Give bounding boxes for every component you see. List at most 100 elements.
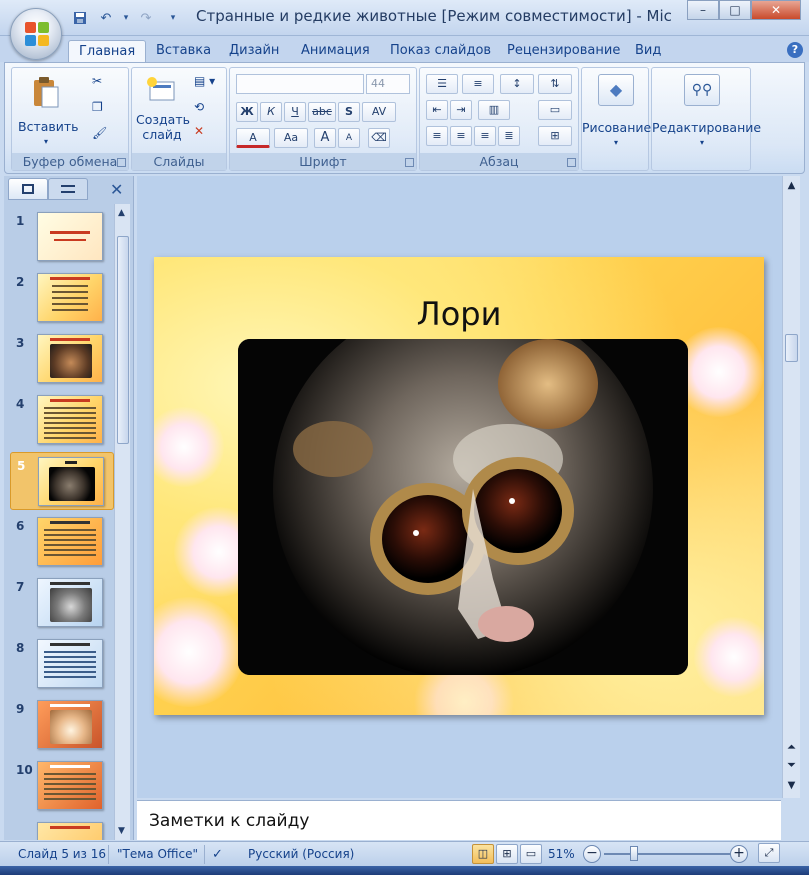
tab-review[interactable]: Рецензирование xyxy=(497,40,630,62)
text-shadow-button[interactable]: S xyxy=(338,102,360,122)
line-spacing-icon[interactable]: ↕ xyxy=(500,74,534,94)
zoom-slider-thumb[interactable] xyxy=(630,846,638,861)
tab-home[interactable]: Главная xyxy=(68,40,147,62)
paste-button[interactable]: Вставить ▾ xyxy=(18,76,79,149)
zoom-out-button[interactable]: − xyxy=(583,845,601,863)
bullets-icon[interactable]: ☰ xyxy=(426,74,458,94)
paragraph-dialog-launcher-icon[interactable] xyxy=(567,158,576,167)
thumbnail-slide-9[interactable]: 9 xyxy=(10,696,114,754)
tab-animation[interactable]: Анимация xyxy=(291,40,380,62)
tab-design[interactable]: Дизайн xyxy=(219,40,289,62)
font-color-button[interactable]: A xyxy=(236,128,270,148)
new-slide-button[interactable]: Создать слайд xyxy=(136,76,190,142)
copy-icon[interactable]: ❐ xyxy=(92,100,103,114)
save-icon[interactable] xyxy=(70,8,90,28)
zoom-in-button[interactable]: + xyxy=(730,845,748,863)
thumbnail-slide-1[interactable]: 1 xyxy=(10,208,114,266)
undo-icon[interactable]: ↶ xyxy=(96,8,116,28)
spellcheck-icon[interactable]: ✓ xyxy=(212,847,223,862)
font-name-combo[interactable] xyxy=(236,74,364,94)
close-button[interactable]: ✕ xyxy=(751,0,801,20)
layout-icon[interactable]: ▤ ▾ xyxy=(194,74,215,88)
previous-slide-icon[interactable]: ⏶ xyxy=(785,742,798,753)
thumbnails-scroll-thumb[interactable] xyxy=(117,236,129,444)
delete-slide-icon[interactable]: ✕ xyxy=(194,124,204,138)
italic-button[interactable]: К xyxy=(260,102,282,122)
font-dialog-launcher-icon[interactable] xyxy=(405,158,414,167)
tab-view[interactable]: Вид xyxy=(625,40,671,62)
cut-icon[interactable]: ✂ xyxy=(92,74,102,88)
align-text-icon[interactable]: ▭ xyxy=(538,100,572,120)
thumbnail-slide-3[interactable]: 3 xyxy=(10,330,114,388)
quick-access-toolbar: ↶ ▾ ↷ ▾ xyxy=(70,8,178,28)
slide-scroll-thumb[interactable] xyxy=(785,334,798,362)
align-left-icon[interactable]: ≡ xyxy=(426,126,448,146)
fit-to-window-button[interactable]: ⤢ xyxy=(758,843,780,863)
theme-name[interactable]: "Тема Office" xyxy=(117,847,198,861)
thumbnail-slide-4[interactable]: 4 xyxy=(10,391,114,449)
decrease-indent-icon[interactable]: ⇤ xyxy=(426,100,448,120)
strikethrough-button[interactable]: abc xyxy=(308,102,336,122)
editing-button[interactable]: ⚲⚲ Редактирование ▾ xyxy=(652,74,761,150)
paste-dropdown-icon: ▾ xyxy=(43,137,48,146)
columns-icon[interactable]: ▥ xyxy=(478,100,510,120)
text-direction-icon[interactable]: ⇅ xyxy=(538,74,572,94)
help-icon[interactable]: ? xyxy=(787,42,803,58)
current-slide[interactable]: Лори xyxy=(154,257,764,715)
drawing-button[interactable]: ◆ Рисование ▾ xyxy=(582,74,651,150)
thumbnail-slide-10[interactable]: 10 xyxy=(10,757,114,815)
tab-slideshow[interactable]: Показ слайдов xyxy=(380,40,501,62)
language-indicator[interactable]: Русский (Россия) xyxy=(248,847,354,861)
smartart-icon[interactable]: ⊞ xyxy=(538,126,572,146)
numbering-icon[interactable]: ≡ xyxy=(462,74,494,94)
align-center-icon[interactable]: ≡ xyxy=(450,126,472,146)
tab-slides-icon[interactable] xyxy=(8,178,48,200)
customize-qat-icon[interactable]: ▾ xyxy=(168,8,178,28)
thumbnail-slide-7[interactable]: 7 xyxy=(10,574,114,632)
character-spacing-button[interactable]: AV xyxy=(362,102,396,122)
slide-title[interactable]: Лори xyxy=(154,295,764,333)
grow-font-button[interactable]: A xyxy=(314,128,336,148)
minimize-button[interactable]: – xyxy=(687,0,719,20)
clear-formatting-icon[interactable]: ⌫ xyxy=(368,128,390,148)
thumbnail-preview xyxy=(37,212,103,261)
font-size-combo[interactable]: 44 xyxy=(366,74,410,94)
zoom-level[interactable]: 51% xyxy=(548,847,575,861)
background-flower xyxy=(154,597,244,707)
thumbnail-slide-2[interactable]: 2 xyxy=(10,269,114,327)
scroll-down-icon[interactable]: ▼ xyxy=(118,826,125,836)
reset-slide-icon[interactable]: ⟲ xyxy=(194,100,204,114)
slideshow-button[interactable]: ▭ xyxy=(520,844,542,864)
scroll-down-icon[interactable]: ▼ xyxy=(785,780,798,791)
slide-sorter-button[interactable]: ⊞ xyxy=(496,844,518,864)
align-right-icon[interactable]: ≡ xyxy=(474,126,496,146)
thumbnail-slide-5[interactable]: 5 xyxy=(10,452,114,510)
office-button[interactable] xyxy=(10,8,62,60)
redo-icon[interactable]: ↷ xyxy=(136,8,156,28)
clipboard-dialog-launcher-icon[interactable] xyxy=(117,158,126,167)
scroll-up-icon[interactable]: ▲ xyxy=(118,208,125,218)
pane-close-icon[interactable]: ✕ xyxy=(110,180,123,199)
justify-icon[interactable]: ≣ xyxy=(498,126,520,146)
undo-dropdown-icon[interactable]: ▾ xyxy=(122,8,130,28)
zoom-slider-track[interactable] xyxy=(604,853,730,855)
thumbnail-slide-6[interactable]: 6 xyxy=(10,513,114,571)
normal-view-button[interactable]: ◫ xyxy=(472,844,494,864)
maximize-button[interactable]: □ xyxy=(719,0,751,20)
thumbnail-slide-11[interactable] xyxy=(10,818,114,840)
increase-indent-icon[interactable]: ⇥ xyxy=(450,100,472,120)
tab-insert[interactable]: Вставка xyxy=(146,40,221,62)
bold-button[interactable]: Ж xyxy=(236,102,258,122)
thumbnail-slide-8[interactable]: 8 xyxy=(10,635,114,693)
notes-pane[interactable]: Заметки к слайду xyxy=(137,800,781,840)
next-slide-icon[interactable]: ⏷ xyxy=(785,760,798,771)
slide-scrollbar[interactable]: ▲ ⏶ ⏷ ▼ xyxy=(782,176,800,798)
slide-photo-loris[interactable] xyxy=(238,339,688,675)
scroll-up-icon[interactable]: ▲ xyxy=(785,180,798,191)
thumbnails-scrollbar[interactable]: ▲ ▼ xyxy=(114,204,130,840)
shrink-font-button[interactable]: A xyxy=(338,128,360,148)
underline-button[interactable]: Ч xyxy=(284,102,306,122)
format-painter-icon[interactable]: 🖌 xyxy=(92,126,107,140)
change-case-button[interactable]: Aa xyxy=(274,128,308,148)
tab-outline-icon[interactable] xyxy=(48,178,88,200)
